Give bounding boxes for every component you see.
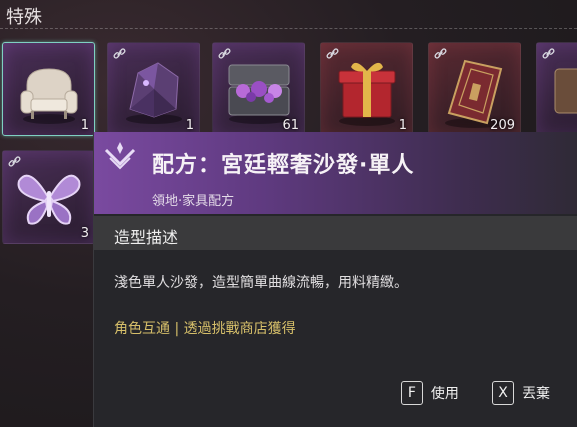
tooltip-actions: F 使用 X 丟棄 — [373, 381, 550, 407]
inventory-slot-sofa[interactable]: 1 — [2, 42, 95, 136]
tooltip-header: 配方：宮廷輕奢沙發·單人 領地·家具配方 — [94, 132, 577, 214]
item-source: 角色互通 | 透過挑戰商店獲得 — [114, 321, 296, 337]
item-title: 配方：宮廷輕奢沙發·單人 — [152, 153, 415, 178]
discard-label: 丟棄 — [522, 386, 550, 402]
use-button[interactable]: F 使用 — [400, 381, 459, 405]
description-section-label: 造型描述 — [114, 228, 179, 247]
key-hint-f: F — [400, 381, 423, 405]
inventory-slot-butterfly[interactable]: 3 — [2, 150, 95, 244]
rarity-chevron-icon — [104, 142, 136, 170]
discard-button[interactable]: X 丟棄 — [492, 381, 550, 405]
item-description: 淺色單人沙發，造型簡單曲線流暢，用料精緻。 — [114, 275, 408, 291]
section-title: 特殊 — [6, 7, 42, 28]
item-quantity: 1 — [185, 118, 194, 133]
item-quantity: 1 — [398, 118, 407, 133]
inventory-slot-partial[interactable] — [536, 42, 577, 136]
key-hint-x: X — [492, 381, 514, 405]
item-icon — [554, 68, 577, 114]
item-quantity: 209 — [490, 118, 515, 133]
section-header: 特殊 — [0, 0, 577, 29]
inventory-slot-gem-chest[interactable]: 61 — [212, 42, 305, 136]
item-category: 領地·家具配方 — [152, 194, 235, 209]
inventory-slot-tome[interactable]: 209 — [428, 42, 521, 136]
item-quantity: 1 — [80, 118, 89, 133]
item-quantity: 3 — [80, 226, 89, 241]
use-label: 使用 — [430, 386, 459, 402]
item-tooltip: 配方：宮廷輕奢沙發·單人 領地·家具配方 造型描述 淺色單人沙發，造型簡單曲線流… — [93, 132, 577, 427]
item-quantity: 61 — [282, 118, 299, 133]
description-section-bar: 造型描述 — [94, 216, 577, 250]
inventory-slot-crystal-ore[interactable]: 1 — [107, 42, 200, 136]
inventory-slot-gift-box[interactable]: 1 — [320, 42, 413, 136]
